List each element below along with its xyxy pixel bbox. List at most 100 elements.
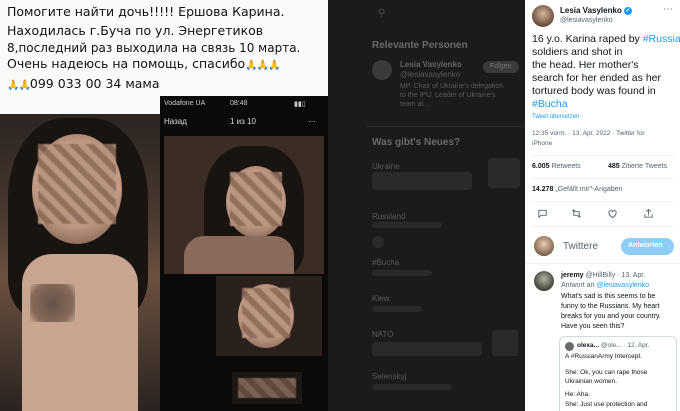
pixelated-face xyxy=(38,144,116,224)
trend-thumbnail xyxy=(492,330,518,356)
pray-emoji-icon: 🙏🙏 xyxy=(7,80,31,91)
phone-nav-bar: Назад 1 из 10 ⋯ xyxy=(160,112,328,130)
tweet-body-line: soldiers and shot in xyxy=(532,46,623,58)
tweet-detail-panel: « Lesia Vasylenko ✓ @lesiavasylenko ⋯ 16… xyxy=(525,0,680,411)
relevant-heading: Relevante Personen xyxy=(372,40,468,51)
relevant-handle: @lesiavasylenko xyxy=(400,70,461,79)
retweet-icon[interactable] xyxy=(571,208,582,219)
pray-emoji-icon: 🙏🙏🙏 xyxy=(245,60,280,71)
trend-item[interactable]: Ukraine xyxy=(372,162,400,171)
shoulders-shape xyxy=(184,236,294,274)
pixelated-face xyxy=(230,172,282,226)
quotes-stat[interactable]: 485 Zitierte Tweets xyxy=(608,163,667,170)
quotes-label: Zitierte Tweets xyxy=(621,163,668,170)
divider xyxy=(531,201,674,202)
author-avatar[interactable] xyxy=(532,5,554,27)
quoted-name: olexa... xyxy=(577,342,600,349)
retweets-stat[interactable]: 6.005 Retweets xyxy=(532,163,581,170)
more-icon: ⋯ xyxy=(308,117,316,126)
quoted-line: Ukrainian women. xyxy=(565,378,618,385)
reply-author-line[interactable]: jeremy @HillBilly · 13. Apr. xyxy=(561,272,645,279)
like-icon[interactable] xyxy=(607,208,618,219)
reply-text-line: breaks for you and your country. xyxy=(561,313,661,320)
hashtag-russia[interactable]: #Russia xyxy=(643,33,680,45)
quoted-tweet[interactable]: olexa... @ole... · 12. Apr. A #RussianAr… xyxy=(559,336,677,411)
divider xyxy=(531,155,674,156)
likes-stat[interactable]: 14.278 „Gefällt mir"-Angaben xyxy=(532,186,622,193)
quoted-header: olexa... @ole... · 12. Apr. xyxy=(577,342,649,349)
nav-back: Назад xyxy=(164,117,187,126)
tweet-body-line: #Bucha xyxy=(532,98,677,111)
tweet-body-line: tortured body was found in xyxy=(532,85,656,97)
trend-placeholder xyxy=(372,172,472,190)
pixelated-face xyxy=(238,378,296,398)
trend-placeholder xyxy=(372,306,422,312)
translate-link[interactable]: Tweet übersetzen xyxy=(532,114,579,120)
trend-item[interactable]: Russland xyxy=(372,212,405,221)
caption-line-4: Очень надеюсь на помощь, спасибо🙏🙏🙏 xyxy=(7,56,281,71)
reply-author-avatar[interactable] xyxy=(534,271,554,291)
quoted-line: He: Aha. xyxy=(565,391,590,398)
caption-phone: 099 033 00 34 мама xyxy=(29,76,160,91)
status-time: 08:48 xyxy=(230,100,248,107)
share-icon[interactable] xyxy=(643,208,654,219)
reply-icon[interactable] xyxy=(537,208,548,219)
pixelated-face xyxy=(242,288,290,338)
verified-badge-icon: ✓ xyxy=(624,6,633,15)
phone-gallery-screenshot: Vodafone UA 08:48 ▮▮▯ Назад 1 из 10 ⋯ xyxy=(160,96,328,411)
author-name-text: Lesia Vasylenko xyxy=(560,6,622,15)
tweet-body: 16 y.o. Karina raped by #Russia soldiers… xyxy=(532,33,680,111)
reply-text-line: Have you seen this? xyxy=(561,323,625,330)
trend-item[interactable]: #Bucha xyxy=(372,258,399,267)
reply-to-prefix: Antwort an xyxy=(561,282,595,289)
reply-date: · 13. Apr. xyxy=(617,272,646,279)
tattoo-shape xyxy=(30,284,75,322)
caption-line-5: 🙏🙏099 033 00 34 мама xyxy=(7,76,160,91)
reply-input[interactable]: Twittere xyxy=(563,241,598,252)
reply-to-handle[interactable]: @lesiavasylenko xyxy=(596,282,649,289)
relevant-avatar xyxy=(372,60,392,80)
current-user-avatar[interactable] xyxy=(534,236,554,256)
trend-thumbnail xyxy=(488,158,520,188)
tweet-body-line: the head. Her mother's xyxy=(532,59,639,71)
quoted-line: She: Just use protection and xyxy=(565,401,648,408)
tweet-body-line: search for her ended as her xyxy=(532,72,661,84)
gallery-photo-3 xyxy=(232,372,302,404)
reply-author-name: jeremy xyxy=(561,272,584,279)
author-handle[interactable]: @lesiavasylenko xyxy=(560,17,613,24)
reply-text-line: What's sad is this seems to be xyxy=(561,293,656,300)
follow-button[interactable]: Folgen xyxy=(483,61,519,73)
hashtag-bucha[interactable]: #Bucha xyxy=(532,98,568,110)
trend-item[interactable]: Selenskyj xyxy=(372,372,406,381)
quoted-hashtag-line: A #RussianArmy Intercept. xyxy=(565,353,642,360)
trend-item[interactable]: NATO xyxy=(372,330,393,339)
trends-heading: Was gibt's Neues? xyxy=(372,137,461,148)
more-options-icon[interactable]: ⋯ xyxy=(663,4,673,15)
trend-placeholder xyxy=(372,270,432,276)
dimmed-sidebar: ⚲ Relevante Personen Lesia Vasylenko @le… xyxy=(328,0,525,411)
tweet-source[interactable]: iPhone xyxy=(532,140,552,147)
reply-author-handle: @HillBilly xyxy=(585,272,616,279)
quoted-line: She: Ok, you can rape those xyxy=(565,369,648,376)
divider xyxy=(531,178,674,179)
reply-to-line: Antwort an @lesiavasylenko xyxy=(561,282,649,289)
relevant-bio: MP. Chair of Ukraine's delegation to the… xyxy=(400,83,504,108)
follow-label: Folgen xyxy=(490,63,512,70)
search-icon: ⚲ xyxy=(378,8,386,19)
divider xyxy=(525,263,680,264)
trend-placeholder xyxy=(372,384,452,390)
battery-icon: ▮▮▯ xyxy=(294,101,306,108)
trend-item[interactable]: Kiew xyxy=(372,294,389,303)
gallery-photo-1 xyxy=(164,136,324,274)
reply-submit-button[interactable]: Antworten xyxy=(621,238,674,255)
phone-status-bar: Vodafone UA 08:48 ▮▮▯ xyxy=(160,96,328,112)
reply-text-line: funny to the Russians. My heart xyxy=(561,303,660,310)
shared-photo[interactable]: Помогите найти дочь!!!!! Ершова Карина. … xyxy=(0,0,328,411)
trend-placeholder xyxy=(372,222,442,228)
caption-line-3: 8,последний раз выходила на связь 10 мар… xyxy=(7,41,301,55)
retweets-count: 6.005 xyxy=(532,163,550,170)
tweet-timestamp[interactable]: 12:35 vorm. · 13. Apr. 2022 · Twitter fo… xyxy=(532,130,645,137)
trend-placeholder xyxy=(372,342,482,356)
author-name[interactable]: Lesia Vasylenko ✓ xyxy=(560,6,633,15)
caption-line-2: Находилась г.Буча по ул. Энергетиков xyxy=(7,23,264,38)
